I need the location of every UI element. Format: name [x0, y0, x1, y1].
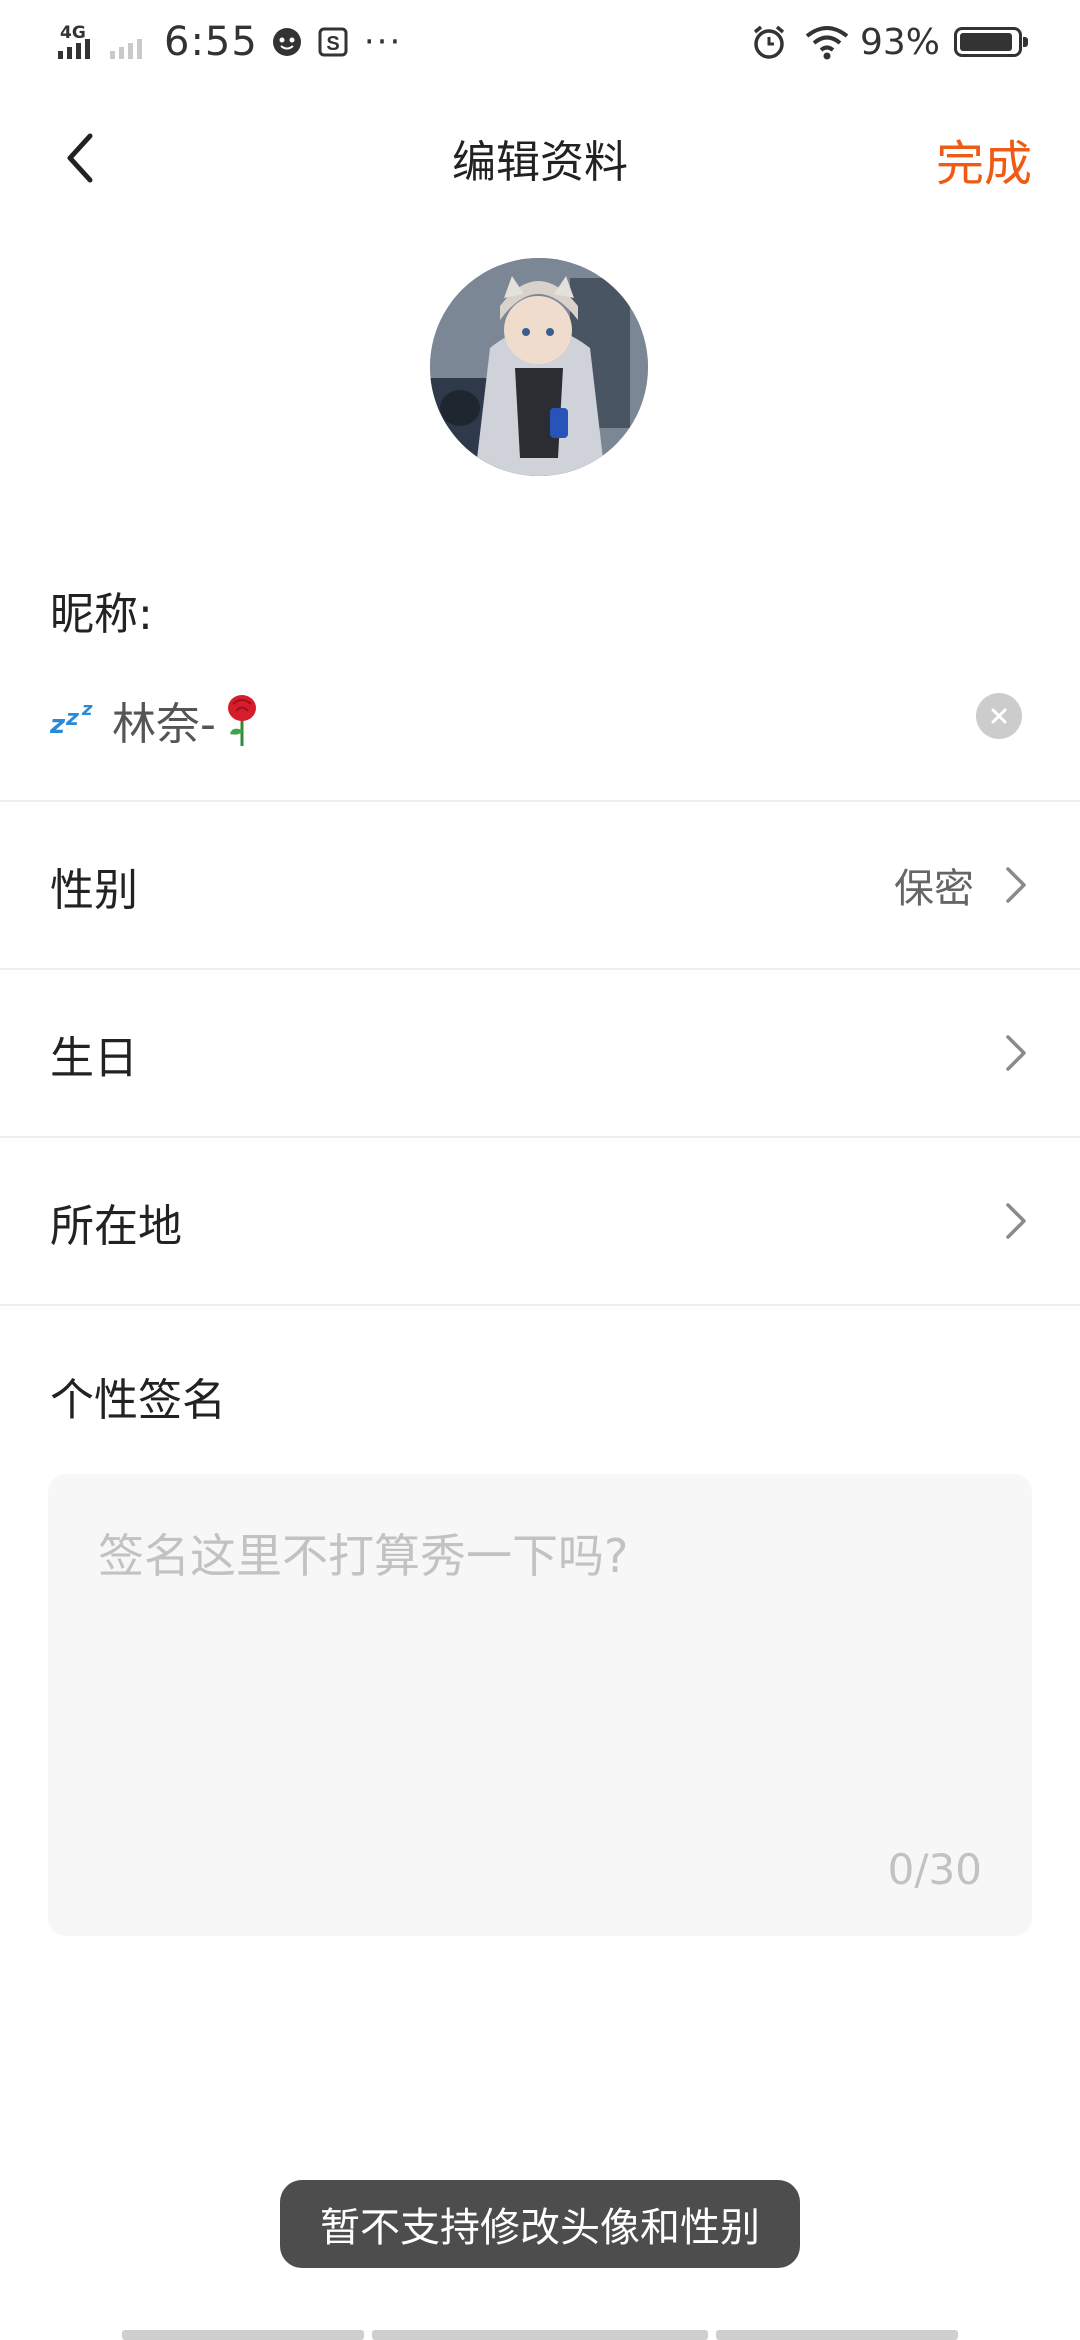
location-label: 所在地 — [50, 1201, 182, 1252]
signal-icon: 4G — [58, 19, 106, 65]
battery-level — [960, 33, 1013, 51]
more-notifications-icon: ··· — [363, 22, 403, 62]
gender-value: 保密 — [894, 866, 974, 912]
wifi-icon — [804, 24, 850, 60]
nickname-input[interactable]: zzz 林奈- 💤 🌹 — [49, 688, 262, 752]
avatar-illustration — [430, 258, 648, 476]
toast-message: 暂不支持修改头像和性别 — [280, 2180, 800, 2268]
chevron-right-icon — [996, 1196, 1036, 1246]
s-app-icon: S — [316, 25, 350, 59]
zzz-emoji: zzz — [49, 693, 106, 748]
status-bar: 4G 6:55 S ··· 93% — [0, 0, 1080, 84]
status-time: 6:55 — [164, 19, 258, 65]
signature-char-counter: 0/30 — [887, 1845, 982, 1894]
chevron-right-icon — [996, 860, 1036, 910]
edit-profile-screen: 4G 6:55 S ··· 93% 编辑资料 完成 昵称: z z z 林奈- … — [0, 0, 1080, 2340]
alarm-icon — [750, 23, 788, 61]
nav-bar: 编辑资料 完成 — [0, 100, 1080, 216]
birthday-label: 生日 — [50, 1033, 138, 1084]
avatar[interactable] — [430, 258, 648, 476]
gender-row[interactable]: 性别 保密 — [0, 802, 1080, 968]
status-left: 4G 6:55 S ··· — [58, 14, 402, 70]
location-row[interactable]: 所在地 — [0, 1138, 1080, 1304]
svg-text:z: z — [65, 706, 79, 731]
svg-text:S: S — [326, 33, 339, 55]
battery-icon — [954, 27, 1028, 57]
signature-input[interactable]: 签名这里不打算秀一下吗? 0/30 — [48, 1474, 1032, 1936]
battery-percent: 93% — [859, 21, 940, 63]
birthday-row[interactable]: 生日 — [0, 970, 1080, 1136]
face-icon — [270, 25, 304, 59]
bottom-bar-segment — [372, 2330, 708, 2340]
bottom-bar-segment — [122, 2330, 364, 2340]
rose-icon — [227, 695, 256, 746]
chevron-right-icon — [996, 1028, 1036, 1078]
gender-label: 性别 — [50, 865, 138, 916]
rose-emoji — [222, 692, 262, 748]
clear-nickname-button[interactable] — [976, 693, 1022, 739]
page-title: 编辑资料 — [452, 137, 628, 188]
sleep-icon: zzz — [49, 699, 96, 740]
done-button[interactable]: 完成 — [936, 124, 1032, 194]
bottom-bar-segment — [716, 2330, 958, 2340]
signal-2-icon — [110, 19, 150, 65]
svg-text:z: z — [81, 699, 93, 720]
nickname-label: 昵称: — [50, 589, 153, 640]
svg-text:z: z — [50, 710, 66, 739]
close-icon — [991, 708, 1007, 724]
status-right: 93% — [750, 14, 1028, 70]
signature-label: 个性签名 — [50, 1375, 226, 1426]
nickname-text: 林奈- — [112, 699, 216, 750]
signature-placeholder: 签名这里不打算秀一下吗? — [98, 1529, 629, 1583]
divider — [0, 1304, 1080, 1306]
